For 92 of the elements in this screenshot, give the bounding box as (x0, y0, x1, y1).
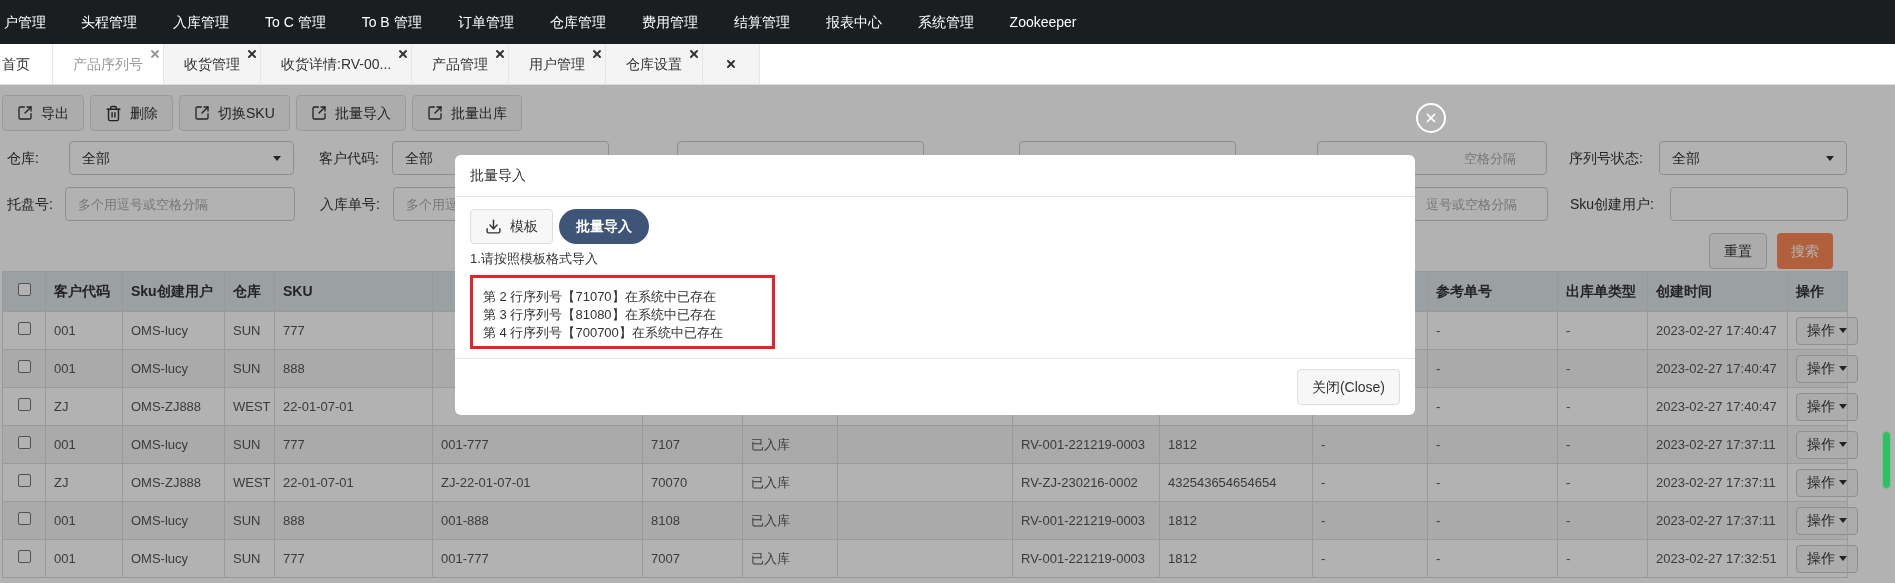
table-cell: 2023-02-27 17:37:11 (1656, 512, 1776, 528)
table-cell: 001 (54, 512, 76, 528)
table-cell: WEST (233, 398, 271, 414)
table-cell: - (1566, 474, 1571, 490)
error-message: 第 3 行序列号【81080】在系统中已存在 (483, 305, 717, 324)
table-cell: ZJ (54, 398, 69, 414)
table-cell: OMS-lucy (131, 512, 189, 528)
table-cell: SUN (233, 550, 261, 566)
error-message: 第 2 行序列号【71070】在系统中已存在 (483, 287, 717, 306)
error-message: 第 4 行序列号【700700】在系统中已存在 (483, 323, 724, 342)
table-cell: 777 (283, 550, 305, 566)
filter-label: 客户代码: (319, 149, 379, 166)
column-header: 参考单号 (1436, 283, 1492, 299)
table-cell: SUN (233, 512, 261, 528)
table-cell: - (1321, 512, 1326, 528)
table-cell: - (1436, 474, 1441, 490)
table-cell: 777 (283, 436, 305, 452)
table-cell: 001 (54, 550, 76, 566)
table-cell: 1812 (1168, 550, 1197, 566)
table-cell: 2023-02-27 17:32:51 (1656, 550, 1777, 566)
table-cell: - (1566, 398, 1571, 414)
table-cell: OMS-lucy (131, 550, 189, 566)
column-header: 创建时间 (1656, 283, 1712, 299)
filter-label: 序列号状态: (1569, 149, 1643, 166)
filter-label: 入库单号: (320, 195, 380, 212)
table-cell: 888 (283, 360, 305, 376)
table-cell: 001 (54, 436, 76, 452)
table-cell: 001 (54, 322, 76, 338)
table-cell: 001-777 (441, 436, 489, 452)
column-header: 仓库 (233, 283, 261, 299)
table-cell: SUN (233, 436, 261, 452)
table-cell: 001-777 (441, 550, 489, 566)
table-cell: OMS-lucy (131, 436, 189, 452)
table-cell: RV-ZJ-230216-0002 (1021, 474, 1138, 490)
table-cell: - (1436, 512, 1441, 528)
table-cell: OMS-lucy (131, 360, 189, 376)
table-cell: RV-001-221219-0003 (1021, 436, 1146, 452)
table-cell: - (1566, 512, 1571, 528)
dialog-title: 批量导入 (470, 166, 526, 185)
table-cell: - (1566, 360, 1571, 376)
table-cell: - (1321, 550, 1326, 566)
filter-label: 仓库: (7, 149, 39, 166)
table-cell: - (1436, 398, 1441, 414)
table-cell: 已入库 (751, 550, 790, 566)
table-cell: OMS-ZJ888 (131, 474, 202, 490)
filter-label: Sku创建用户: (1570, 195, 1654, 212)
table-cell: 22-01-07-01 (283, 398, 354, 414)
table-cell: 001 (54, 360, 76, 376)
table-cell: - (1436, 436, 1441, 452)
table-cell: 1812 (1168, 436, 1197, 452)
table-cell: OMS-lucy (131, 322, 189, 338)
table-cell: 8108 (651, 512, 680, 528)
table-cell: - (1566, 322, 1571, 338)
column-header: SKU (283, 283, 313, 299)
table-cell: 2023-02-27 17:37:11 (1656, 474, 1776, 490)
table-cell: WEST (233, 474, 271, 490)
table-cell: - (1566, 436, 1571, 452)
column-header: 操作 (1796, 283, 1824, 299)
table-cell: 7107 (651, 436, 680, 452)
table-cell: 888 (283, 512, 305, 528)
table-cell: SUN (233, 322, 261, 338)
table-cell: 2023-02-27 17:40:47 (1656, 322, 1777, 338)
column-header: 客户代码 (54, 283, 110, 299)
column-header: 出库单类型 (1566, 283, 1636, 299)
table-cell: ZJ (54, 474, 69, 490)
table-cell: - (1436, 322, 1441, 338)
column-header: Sku创建用户 (131, 283, 213, 299)
table-cell: - (1566, 550, 1571, 566)
table-cell: RV-001-221219-0003 (1021, 512, 1146, 528)
table-cell: 22-01-07-01 (283, 474, 354, 490)
table-cell: - (1436, 550, 1441, 566)
table-cell: 已入库 (751, 474, 790, 490)
table-cell: 432543654654654 (1168, 474, 1277, 490)
table-cell: OMS-ZJ888 (131, 398, 202, 414)
table-cell: SUN (233, 360, 261, 376)
table-cell: RV-001-221219-0003 (1021, 550, 1146, 566)
filter-label: 托盘号: (7, 195, 53, 212)
table-cell: - (1321, 436, 1326, 452)
table-cell: 777 (283, 322, 305, 338)
table-cell: 1812 (1168, 512, 1197, 528)
hint-text: 1.请按照模板格式导入 (470, 250, 599, 268)
table-cell: 001-888 (441, 512, 489, 528)
table-cell: 2023-02-27 17:40:47 (1656, 398, 1777, 414)
table-cell: - (1321, 474, 1326, 490)
table-cell: 7007 (651, 550, 680, 566)
table-cell: 70070 (651, 474, 688, 490)
table-cell: 2023-02-27 17:40:47 (1656, 360, 1777, 376)
table-cell: ZJ-22-01-07-01 (441, 474, 531, 490)
table-cell: 已入库 (751, 512, 790, 528)
table-cell: 2023-02-27 17:37:11 (1656, 436, 1776, 452)
table-cell: 已入库 (751, 436, 790, 452)
table-cell: - (1436, 360, 1441, 376)
